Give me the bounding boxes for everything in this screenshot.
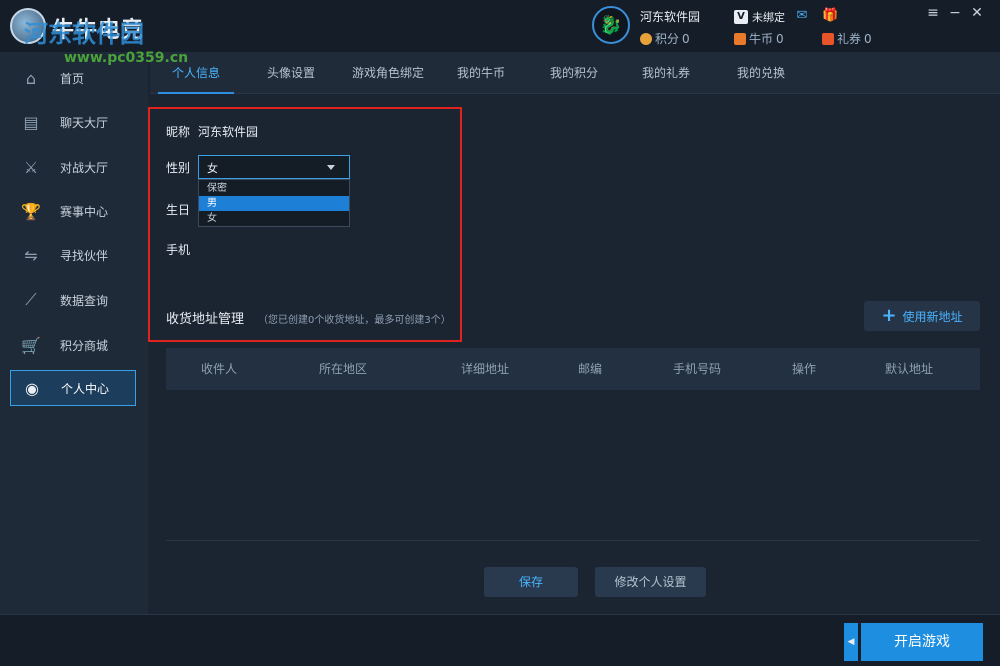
vouchers-label: 礼券 bbox=[837, 32, 862, 46]
tab-vouchers[interactable]: 我的礼券 bbox=[629, 52, 703, 94]
tab-exchange[interactable]: 我的兑换 bbox=[724, 52, 798, 94]
sidebar-item-label: 寻找伙伴 bbox=[60, 248, 109, 263]
tab-avatar[interactable]: 头像设置 bbox=[254, 52, 328, 94]
bottom-bar: ◀ 开启游戏 bbox=[0, 614, 1000, 666]
sidebar-item-battle[interactable]: ⚔ 对战大厅 bbox=[10, 149, 136, 185]
address-title: 收货地址管理 bbox=[166, 312, 245, 327]
main-panel: 个人信息 头像设置 游戏角色绑定 我的牛币 我的积分 我的礼券 我的兑换 昵称 … bbox=[148, 52, 1000, 614]
gift-icon[interactable]: 🎁 bbox=[822, 9, 838, 23]
address-note: （您已创建0个收货地址，最多可创建3个） bbox=[258, 315, 451, 326]
points-value: 0 bbox=[682, 31, 690, 46]
tab-game-binding[interactable]: 游戏角色绑定 bbox=[340, 52, 436, 94]
phone-label: 手机 bbox=[166, 243, 191, 257]
sidebar-item-profile[interactable]: ◉ 个人中心 bbox=[10, 370, 136, 406]
watermark-text: 河东软件园 bbox=[24, 20, 144, 48]
user-avatar[interactable]: 🐉 bbox=[592, 6, 630, 44]
column-actions: 操作 bbox=[791, 362, 816, 376]
sidebar-item-events[interactable]: 🏆 赛事中心 bbox=[10, 193, 136, 229]
collapse-arrow-icon[interactable]: ◀ bbox=[844, 623, 858, 661]
top-bar: 牛牛电竞 河东软件园 🐉 河东软件园 积分 0 牛币 0 礼券 0 V 未绑定 … bbox=[0, 0, 1000, 52]
table-divider bbox=[166, 540, 980, 541]
voucher-icon bbox=[822, 32, 834, 45]
save-button[interactable]: 保存 bbox=[484, 567, 578, 597]
handshake-icon: ⇋ bbox=[24, 245, 38, 265]
mail-icon[interactable]: ✉ bbox=[794, 9, 810, 23]
column-address: 详细地址 bbox=[460, 362, 509, 376]
nickname-label: 昵称 bbox=[166, 125, 191, 139]
sidebar-item-label: 首页 bbox=[60, 71, 85, 86]
bind-status-label: 未绑定 bbox=[752, 11, 785, 24]
user-name[interactable]: 河东软件园 bbox=[640, 8, 700, 25]
modify-settings-button[interactable]: 修改个人设置 bbox=[595, 567, 706, 597]
chat-icon: ▤ bbox=[23, 112, 39, 132]
address-table-header: 收件人 所在地区 详细地址 邮编 手机号码 操作 默认地址 bbox=[166, 348, 980, 390]
chevron-down-icon bbox=[327, 165, 335, 170]
column-default: 默认地址 bbox=[884, 362, 933, 376]
gender-selected-value: 女 bbox=[207, 162, 218, 175]
column-recipient: 收件人 bbox=[200, 362, 237, 376]
user-icon: ◉ bbox=[25, 378, 39, 398]
sidebar-item-label: 积分商城 bbox=[60, 338, 109, 353]
close-icon[interactable]: ✕ bbox=[968, 4, 986, 22]
gender-option-secret[interactable]: 保密 bbox=[199, 181, 349, 196]
coins-label: 牛币 bbox=[749, 32, 774, 46]
watermark-url: www.pc0359.cn bbox=[64, 50, 189, 66]
tab-coins[interactable]: 我的牛币 bbox=[444, 52, 518, 94]
vouchers-stat[interactable]: 礼券 0 bbox=[822, 30, 872, 47]
sidebar-item-data[interactable]: ⟋ 数据查询 bbox=[10, 282, 136, 318]
points-icon bbox=[640, 32, 652, 45]
sidebar-item-label: 个人中心 bbox=[61, 381, 110, 396]
sidebar-item-label: 数据查询 bbox=[60, 293, 109, 308]
sidebar-item-partners[interactable]: ⇋ 寻找伙伴 bbox=[10, 237, 136, 273]
new-address-label: 使用新地址 bbox=[902, 309, 963, 324]
sidebar-item-label: 赛事中心 bbox=[60, 204, 109, 219]
vouchers-value: 0 bbox=[864, 31, 872, 46]
sidebar-item-label: 聊天大厅 bbox=[60, 115, 109, 130]
minimize-icon[interactable]: − bbox=[946, 4, 964, 22]
chart-icon: ⟋ bbox=[25, 290, 37, 309]
tab-bar: 个人信息 头像设置 游戏角色绑定 我的牛币 我的积分 我的礼券 我的兑换 bbox=[150, 52, 1000, 94]
plus-icon: + bbox=[881, 305, 897, 326]
points-stat[interactable]: 积分 0 bbox=[640, 30, 690, 47]
verify-icon: V bbox=[734, 10, 748, 24]
home-icon: ⌂ bbox=[25, 68, 37, 88]
swords-icon: ⚔ bbox=[23, 157, 39, 177]
trophy-icon: 🏆 bbox=[21, 201, 41, 221]
coins-value: 0 bbox=[776, 31, 784, 46]
gender-option-male[interactable]: 男 bbox=[199, 196, 349, 211]
column-phone: 手机号码 bbox=[672, 362, 721, 376]
new-address-button[interactable]: + 使用新地址 bbox=[864, 301, 980, 331]
sidebar: ⌂ 首页 ▤ 聊天大厅 ⚔ 对战大厅 🏆 赛事中心 ⇋ 寻找伙伴 ⟋ 数据查询 … bbox=[0, 52, 148, 614]
sidebar-item-chat[interactable]: ▤ 聊天大厅 bbox=[10, 104, 136, 140]
menu-icon[interactable]: ≡ bbox=[924, 4, 942, 22]
nickname-value: 河东软件园 bbox=[198, 125, 259, 139]
column-region: 所在地区 bbox=[318, 362, 367, 376]
sidebar-item-label: 对战大厅 bbox=[60, 160, 109, 175]
gender-dropdown: 保密 男 女 bbox=[198, 179, 350, 227]
gender-option-female[interactable]: 女 bbox=[199, 211, 349, 226]
sidebar-item-shop[interactable]: 🛒 积分商城 bbox=[10, 327, 136, 363]
coins-icon bbox=[734, 32, 746, 45]
column-zip: 邮编 bbox=[577, 362, 602, 376]
start-game-button[interactable]: 开启游戏 bbox=[861, 623, 983, 661]
cart-icon: 🛒 bbox=[21, 335, 41, 355]
birthday-label: 生日 bbox=[166, 203, 191, 217]
points-label: 积分 bbox=[655, 32, 680, 46]
tab-points[interactable]: 我的积分 bbox=[537, 52, 611, 94]
gender-select[interactable]: 女 bbox=[198, 155, 350, 179]
coins-stat[interactable]: 牛币 0 bbox=[734, 30, 784, 47]
bind-status[interactable]: V 未绑定 bbox=[734, 9, 785, 25]
gender-label: 性别 bbox=[166, 161, 191, 175]
